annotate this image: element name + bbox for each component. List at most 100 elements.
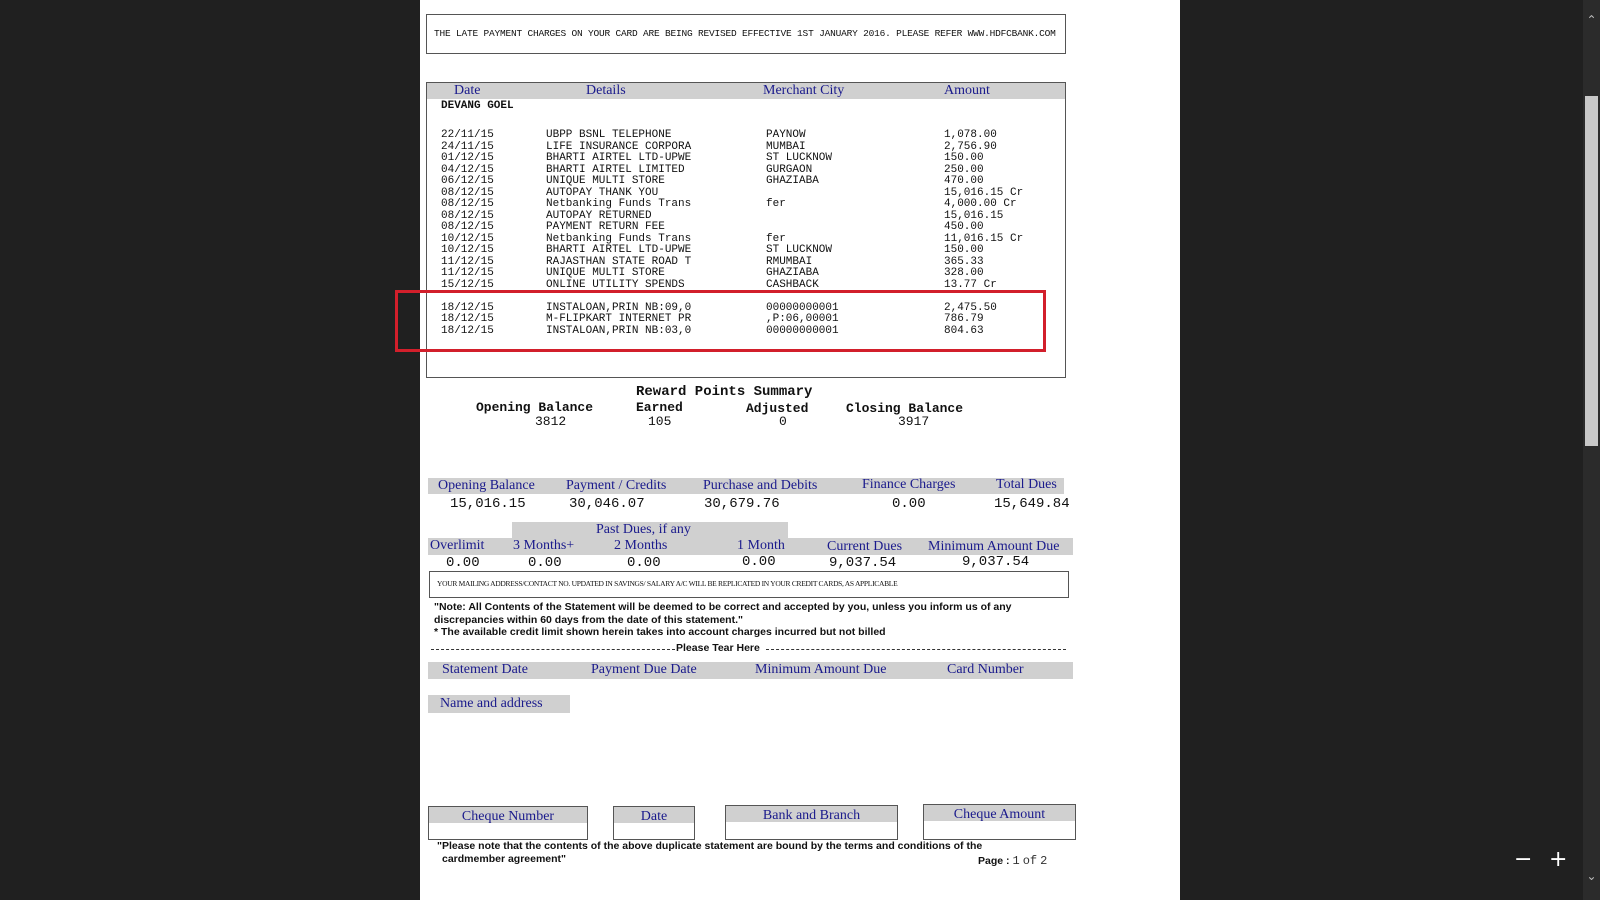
tx-city: GURGAON: [766, 163, 813, 176]
transaction-row: 10/12/15 BHARTI AIRTEL LTD-UPWE ST LUCKNOW…: [427, 244, 1065, 256]
tx-city: PAYNOW: [766, 129, 806, 141]
tx-city: CASHBACK: [766, 278, 819, 291]
transaction-row: 08/12/15 PAYMENT RETURN FEE 450.00: [427, 221, 1065, 233]
tear-line-right: [766, 649, 1066, 650]
tx-city: fer: [766, 232, 786, 245]
tx-date: 01/12/15: [441, 152, 494, 164]
mailing-notice-text: YOUR MAILING ADDRESS/CONTACT NO. UPDATED…: [437, 579, 898, 588]
min-due-label: Minimum Amount Due: [928, 539, 1060, 554]
sum-finance-value: 0.00: [892, 496, 926, 512]
bank-branch-box: Bank and Branch: [725, 805, 898, 840]
tx-details: UNIQUE MULTI STORE: [546, 267, 665, 279]
tx-details: UNIQUE MULTI STORE: [546, 175, 665, 187]
tx-details: Netbanking Funds Trans: [546, 232, 692, 245]
transaction-row: 24/11/15 LIFE INSURANCE CORPORA MUMBAI 2,75…: [427, 141, 1065, 153]
overlimit-value: 0.00: [446, 555, 480, 571]
cheque-date-label: Date: [640, 809, 668, 824]
tx-details: Netbanking Funds Trans: [546, 198, 692, 210]
tx-city: ST LUCKNOW: [766, 152, 833, 164]
highlight-box: [395, 290, 1046, 352]
tx-date: 11/12/15: [441, 267, 494, 279]
sum-purchases-value: 30,679.76: [704, 496, 780, 512]
scroll-down-icon[interactable]: ⌄: [1583, 868, 1600, 885]
cardholder-name: DEVANG GOEL: [441, 100, 514, 112]
tx-amount: 15,016.15: [944, 209, 1004, 222]
two-months-value: 0.00: [627, 555, 661, 571]
tx-amount: 470.00: [944, 175, 984, 187]
tx-date: 22/11/15: [441, 129, 494, 141]
scrollbar-thumb[interactable]: [1585, 96, 1598, 446]
transaction-row: 10/12/15 Netbanking Funds Trans fer 11,016.…: [427, 233, 1065, 245]
tx-amount: 1,078.00: [944, 129, 997, 141]
late-payment-notice: THE LATE PAYMENT CHARGES ON YOUR CARD AR…: [426, 14, 1066, 54]
tx-details: UBPP BSNL TELEPHONE: [546, 129, 672, 141]
tx-details: AUTOPAY RETURNED: [546, 209, 652, 222]
tx-amount: 328.00: [944, 267, 984, 279]
page-of: of: [1022, 854, 1038, 868]
page-indicator: Page : 1 of 2: [978, 853, 1047, 868]
tx-details: LIFE INSURANCE CORPORA: [546, 140, 692, 153]
zoom-out-button[interactable]: −: [1514, 847, 1532, 872]
tx-details: BHARTI AIRTEL LIMITED: [546, 163, 685, 176]
transaction-row: 22/11/15 UBPP BSNL TELEPHONE PAYNOW 1,078.0…: [427, 129, 1065, 141]
zoom-in-button[interactable]: +: [1549, 847, 1567, 872]
scroll-up-icon[interactable]: ⌃: [1583, 12, 1600, 29]
rp-adjusted-value: 0: [779, 414, 787, 429]
sum-opening-value: 15,016.15: [450, 496, 526, 512]
rp-opening-value: 3812: [535, 414, 567, 429]
col-details: Details: [586, 83, 626, 98]
cheque-amount-label: Cheque Amount: [953, 807, 1046, 822]
tx-city: GHAZIABA: [766, 175, 819, 187]
tx-city: GHAZIABA: [766, 267, 819, 279]
tx-amount: 13.77 Cr: [944, 278, 997, 291]
transaction-row: 08/12/15 AUTOPAY RETURNED 15,016.15: [427, 210, 1065, 222]
tx-date: 11/12/15: [441, 255, 494, 268]
three-months-label: 3 Months+: [513, 538, 575, 553]
transaction-row: 01/12/15 BHARTI AIRTEL LTD-UPWE ST LUCKNOW…: [427, 152, 1065, 164]
sum-total-label: Total Dues: [996, 477, 1057, 492]
note-line-1: "Note: All Contents of the Statement wil…: [434, 601, 1012, 613]
sum-total-value: 15,649.84: [994, 496, 1070, 512]
note-line-2: discrepancies within 60 days from the da…: [434, 614, 743, 626]
notice-text: THE LATE PAYMENT CHARGES ON YOUR CARD AR…: [434, 28, 1056, 39]
three-months-value: 0.00: [528, 555, 562, 571]
vertical-scrollbar[interactable]: ⌃ ⌄: [1583, 0, 1600, 900]
col-amount: Amount: [944, 83, 990, 98]
transaction-row: 06/12/15 UNIQUE MULTI STORE GHAZIABA 470.00: [427, 175, 1065, 187]
rp-opening-label: Opening Balance: [476, 400, 594, 415]
tx-amount: 250.00: [944, 163, 984, 176]
tx-city: fer: [766, 198, 786, 210]
transaction-row: 15/12/15 ONLINE UTILITY SPENDS CASHBACK 13.…: [427, 279, 1065, 291]
tx-amount: 150.00: [944, 152, 984, 164]
tx-date: 06/12/15: [441, 175, 494, 187]
overlimit-label: Overlimit: [430, 538, 485, 553]
transaction-row: 11/12/15 RAJASTHAN STATE ROAD T RMUMBAI 365…: [427, 256, 1065, 268]
tx-amount: 2,756.90: [944, 140, 997, 153]
statement-date-label: Statement Date: [442, 662, 528, 677]
sum-purchases-label: Purchase and Debits: [703, 478, 818, 493]
tx-details: RAJASTHAN STATE ROAD T: [546, 255, 692, 268]
cheque-number-box: Cheque Number: [428, 806, 588, 840]
past-dues-title: Past Dues, if any: [596, 522, 691, 537]
name-address-label: Name and address: [440, 696, 543, 711]
current-dues-label: Current Dues: [827, 539, 903, 554]
tx-date: 10/12/15: [441, 232, 494, 245]
slip-min-due-label: Minimum Amount Due: [755, 662, 887, 677]
transaction-row: 11/12/15 UNIQUE MULTI STORE GHAZIABA 328.00: [427, 267, 1065, 279]
bank-branch-label: Bank and Branch: [762, 808, 861, 823]
transaction-row: 08/12/15 AUTOPAY THANK YOU 15,016.15 Cr: [427, 187, 1065, 199]
tx-city: RMUMBAI: [766, 255, 813, 268]
mailing-notice-box: YOUR MAILING ADDRESS/CONTACT NO. UPDATED…: [429, 571, 1069, 598]
rp-earned-value: 105: [648, 414, 672, 429]
footer-line-2: cardmember agreement": [442, 853, 567, 865]
min-due-value: 9,037.54: [962, 554, 1030, 570]
transaction-row: 04/12/15 BHARTI AIRTEL LIMITED GURGAON 250.…: [427, 164, 1065, 176]
tx-amount: 150.00: [944, 244, 984, 256]
rp-earned-label: Earned: [636, 400, 683, 415]
tx-amount: 15,016.15 Cr: [944, 186, 1024, 199]
col-date: Date: [454, 83, 481, 98]
statement-page: THE LATE PAYMENT CHARGES ON YOUR CARD AR…: [395, 0, 1180, 900]
tx-details: ONLINE UTILITY SPENDS: [546, 278, 685, 291]
note-line-3: * The available credit limit shown herei…: [434, 626, 886, 638]
tear-here-label: Please Tear Here: [676, 642, 760, 654]
